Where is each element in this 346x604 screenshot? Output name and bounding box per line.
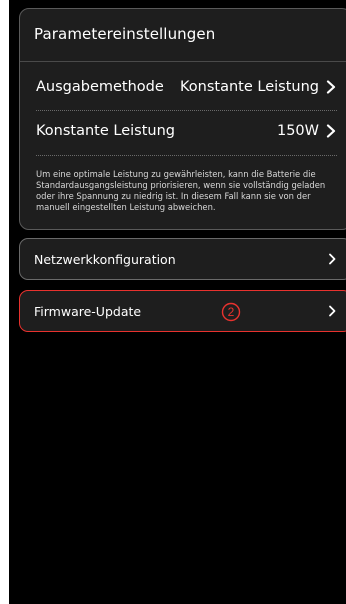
firmware-update-label: Firmware-Update [34, 303, 142, 319]
card-title: Parametereinstellungen [34, 25, 216, 43]
output-method-row[interactable]: Ausgabemethode Konstante Leistung [36, 75, 337, 99]
chevron-right-icon [327, 253, 337, 265]
divider [36, 155, 337, 156]
app-screen: Parametereinstellungen Ausgabemethode Ko… [9, 0, 346, 604]
chevron-right-icon [325, 80, 337, 94]
constant-power-row[interactable]: Konstante Leistung 150W [36, 119, 337, 143]
chevron-right-icon [327, 305, 337, 317]
output-method-value-group[interactable]: Konstante Leistung [180, 79, 337, 95]
info-text: Um eine optimale Leistung zu gewährleist… [36, 169, 326, 212]
divider [20, 61, 346, 62]
parameter-settings-card: Parametereinstellungen Ausgabemethode Ko… [19, 8, 346, 230]
constant-power-value: 150W [276, 123, 319, 139]
constant-power-value-group[interactable]: 150W [277, 123, 337, 139]
network-configuration-button[interactable]: Netzwerkkonfiguration [19, 238, 346, 280]
svg-text:2: 2 [228, 305, 235, 319]
output-method-label: Ausgabemethode [36, 79, 164, 95]
output-method-value: Konstante Leistung [180, 79, 319, 95]
divider [36, 110, 337, 111]
chevron-right-icon [325, 124, 337, 138]
constant-power-label: Konstante Leistung [36, 123, 175, 139]
step-marker: 2 [221, 302, 241, 322]
firmware-update-button[interactable]: Firmware-Update [19, 290, 346, 332]
network-configuration-label: Netzwerkkonfiguration [34, 251, 176, 267]
